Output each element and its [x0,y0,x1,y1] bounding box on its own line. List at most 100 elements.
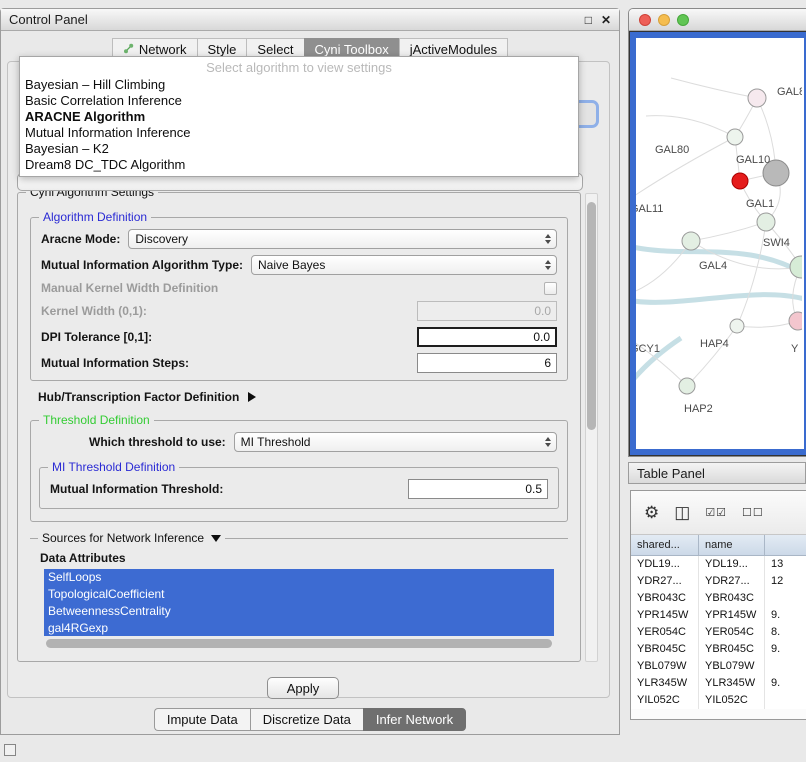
docked-window-icon[interactable] [4,744,16,756]
network-node[interactable] [727,129,743,145]
table-row[interactable]: YER054CYER054C8. [631,624,806,641]
minimize-button[interactable] [658,14,670,26]
attribute-item[interactable]: TopologicalCoefficient [44,586,554,603]
algorithm-option[interactable]: Bayesian – K2 [20,141,578,157]
dpi-tolerance-field[interactable]: 0.0 [417,327,557,347]
which-threshold-combobox[interactable]: MI Threshold [234,432,557,452]
network-edge[interactable] [687,326,737,386]
mi-type-combobox[interactable]: Naive Bayes [251,255,557,275]
table-cell [765,692,806,709]
close-button[interactable] [639,14,651,26]
control-panel-titlebar[interactable]: Control Panel □ ✕ [1,9,619,31]
aracne-mode-combobox[interactable]: Discovery [128,229,557,249]
network-edge[interactable] [636,295,802,303]
mi-threshold-label: Mutual Information Threshold: [50,482,223,496]
algorithm-definition-group: Algorithm Definition Aracne Mode: Discov… [30,217,568,381]
network-node[interactable] [789,312,802,330]
network-node[interactable] [790,256,802,278]
bottom-tab-impute-data[interactable]: Impute Data [154,708,250,731]
chevron-down-icon [211,535,221,542]
table-cell: YBR043C [699,590,765,607]
mi-threshold-group: MI Threshold Definition Mutual Informati… [39,467,559,509]
deselect-all-icon[interactable]: ☐☐ [742,506,764,519]
mi-steps-field[interactable]: 6 [417,353,557,373]
attribute-item[interactable]: BetweennessCentrality [44,603,554,620]
manual-kernel-checkbox[interactable] [544,282,557,295]
network-edge[interactable] [691,222,766,241]
horizontal-scrollbar[interactable] [46,639,552,648]
network-node[interactable] [732,173,748,189]
hub-definition-label: Hub/Transcription Factor Definition [38,390,239,404]
cyni-algorithm-settings-group: Cyni Algorithm Settings Algorithm Defini… [17,192,581,662]
select-all-icon[interactable]: ☑☑ [705,506,727,519]
manual-kernel-label: Manual Kernel Width Definition [41,281,218,295]
attribute-item[interactable]: gal4RGexp [44,620,554,636]
restore-icon[interactable]: □ [585,13,592,27]
close-icon[interactable]: ✕ [601,13,611,27]
table-cell: YIL052C [699,692,765,709]
table-row[interactable]: YDL19...YDL19...13 [631,556,806,573]
chevron-right-icon [248,392,256,402]
aracne-mode-value: Discovery [135,232,188,246]
table-row[interactable]: YIL052CYIL052C [631,692,806,709]
mi-threshold-field[interactable]: 0.5 [408,479,548,499]
algorithm-option[interactable]: Mutual Information Inference [20,125,578,141]
network-canvas-frame: GAL8GAL80GAL10GAL11GAL1SWI4GAL4GCY1HAP4Y… [630,32,806,455]
table-cell: YBL079W [631,658,699,675]
bottom-tab-infer-network[interactable]: Infer Network [363,708,466,731]
bottom-tab-discretize-data[interactable]: Discretize Data [250,708,363,731]
network-node[interactable] [748,89,766,107]
tab-label: Style [208,42,237,57]
column-layout-icon[interactable]: ◫ [674,504,690,521]
table-row[interactable]: YPR145WYPR145W9. [631,607,806,624]
algorithm-option[interactable]: Bayesian – Hill Climbing [20,77,578,93]
scrollbar-thumb[interactable] [587,202,596,430]
algorithm-option[interactable]: Basic Correlation Inference [20,93,578,109]
mi-threshold-title: MI Threshold Definition [48,460,179,474]
table-row[interactable]: YBR043CYBR043C [631,590,806,607]
column-header[interactable]: name [699,535,765,555]
table-row[interactable]: YBL079WYBL079W [631,658,806,675]
which-threshold-label: Which threshold to use: [89,435,226,449]
apply-button[interactable]: Apply [267,677,339,699]
algorithm-option[interactable]: ARACNE Algorithm [20,109,578,125]
table-cell: YDL19... [699,556,765,573]
table-cell: YBL079W [699,658,765,675]
network-node[interactable] [682,232,700,250]
table-cell [765,658,806,675]
table-cell: 9. [765,607,806,624]
network-node[interactable] [757,213,775,231]
network-view-window: GAL8GAL80GAL10GAL11GAL1SWI4GAL4GCY1HAP4Y… [628,8,806,457]
table-cell: YBR045C [631,641,699,658]
sources-toggle[interactable]: Sources for Network Inference [38,531,225,545]
network-edge[interactable] [671,78,757,98]
gear-icon[interactable]: ⚙ [644,504,659,521]
table-row[interactable]: YDR27...YDR27...12 [631,573,806,590]
network-edge[interactable] [737,222,766,326]
algorithm-option[interactable]: Dream8 DC_TDC Algorithm [20,157,578,173]
table-row[interactable]: YLR345WYLR345W9. [631,675,806,692]
kernel-width-field[interactable]: 0.0 [417,301,557,321]
attribute-item[interactable]: SelfLoops [44,569,554,586]
network-node[interactable] [679,378,695,394]
table-cell: YLR345W [631,675,699,692]
network-edge[interactable] [646,116,735,137]
node-label: GAL80 [655,144,689,156]
mi-type-label: Mutual Information Algorithm Type: [41,258,243,272]
vertical-scrollbar[interactable] [585,193,598,662]
threshold-definition-group: Threshold Definition Which threshold to … [30,420,568,522]
table-cell: YER054C [631,624,699,641]
table-panel-titlebar[interactable]: Table Panel [628,462,806,484]
table-cell: YDR27... [699,573,765,590]
zoom-button[interactable] [677,14,689,26]
control-panel-window: Control Panel □ ✕ NetworkStyleSelectCyni… [0,8,620,735]
hub-definition-toggle[interactable]: Hub/Transcription Factor Definition [26,381,572,406]
table-cell: YDL19... [631,556,699,573]
network-window-titlebar[interactable] [629,9,806,31]
network-canvas[interactable]: GAL8GAL80GAL10GAL11GAL1SWI4GAL4GCY1HAP4Y… [636,38,802,452]
column-header[interactable] [765,535,806,555]
network-node[interactable] [730,319,744,333]
column-header[interactable]: shared... [631,535,699,555]
aracne-mode-label: Aracne Mode: [41,232,120,246]
table-row[interactable]: YBR045CYBR045C9. [631,641,806,658]
